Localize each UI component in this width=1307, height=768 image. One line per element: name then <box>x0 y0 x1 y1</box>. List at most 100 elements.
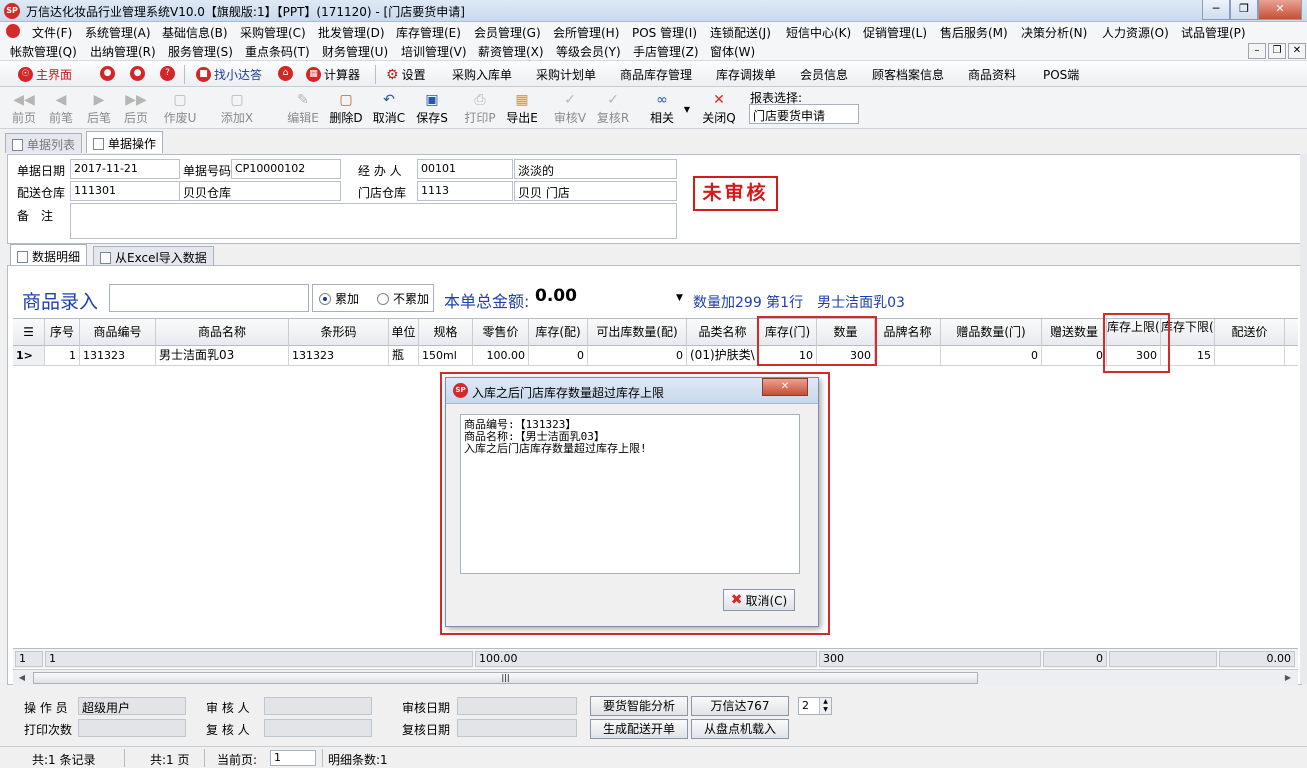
menu-decision[interactable]: 决策分析(N) <box>1021 24 1087 41</box>
menu-file[interactable]: 文件(F) <box>32 24 72 41</box>
col-brand[interactable]: 品牌名称 <box>875 319 941 346</box>
col-category[interactable]: 品类名称 <box>687 319 759 346</box>
cell-available[interactable]: 0 <box>588 346 687 365</box>
cell-gift[interactable]: 0 <box>1042 346 1107 365</box>
last-page-button[interactable]: ▶▶ 后页 <box>117 91 155 126</box>
menu-salary[interactable]: 薪资管理(X) <box>478 43 544 60</box>
menu-system[interactable]: 系统管理(A) <box>85 24 151 41</box>
edit-button[interactable]: ✎ 编辑E <box>284 91 322 126</box>
menu-barcode[interactable]: 重点条码(T) <box>245 43 310 60</box>
quick-link-member[interactable]: 会员信息 <box>800 66 848 83</box>
cell-barcode[interactable]: 131323 <box>289 346 389 365</box>
col-price[interactable]: 零售价 <box>473 319 529 346</box>
menu-finance[interactable]: 财务管理(U) <box>322 43 388 60</box>
report-select-input[interactable]: 门店要货申请 <box>749 104 859 124</box>
quick-main-button[interactable]: ☉ 主界面 <box>18 66 72 83</box>
col-available[interactable]: 可出库数量(配) <box>588 319 687 346</box>
menu-member[interactable]: 会员管理(G) <box>474 24 541 41</box>
quick-find-button[interactable]: ■ 找小达答 <box>196 66 262 83</box>
mdi-restore-button[interactable]: ❐ <box>1268 43 1286 59</box>
cell-code[interactable]: 131323 <box>80 346 156 365</box>
wxd-button[interactable]: 万信达767 <box>691 696 789 716</box>
scroll-left-icon[interactable]: ◀ <box>15 672 29 684</box>
cancel-button[interactable]: ↶ 取消C <box>370 91 408 126</box>
scroll-thumb[interactable]: ||| <box>33 672 978 684</box>
quick-settings-button[interactable]: ⚙ 设置 <box>386 66 426 83</box>
col-gift-qty[interactable]: 赠品数量(门) <box>941 319 1042 346</box>
load-from-scanner-button[interactable]: 从盘点机载入 <box>691 719 789 739</box>
cell-name[interactable]: 男士洁面乳03 <box>156 346 289 365</box>
add-button[interactable]: ▢ 添加X <box>218 91 256 126</box>
menu-purchase[interactable]: 采购管理(C) <box>240 24 306 41</box>
minimize-button[interactable]: ─ <box>1202 0 1230 20</box>
remark-field[interactable] <box>70 203 677 239</box>
print-button[interactable]: ⎙ 打印P <box>461 91 499 126</box>
mdi-minimize-button[interactable]: – <box>1248 43 1266 59</box>
related-button[interactable]: ∞ 相关 <box>643 91 681 126</box>
menu-promotion[interactable]: 促销管理(L) <box>863 24 927 41</box>
tab-document-list[interactable]: 单据列表 <box>5 133 83 153</box>
handler-code-field[interactable]: 00101 <box>417 159 513 179</box>
ship-warehouse-code-field[interactable]: 111301 <box>70 181 180 201</box>
next-record-button[interactable]: ▶ 后笔 <box>80 91 118 126</box>
menu-service[interactable]: 服务管理(S) <box>168 43 233 60</box>
quick-link-stock[interactable]: 商品库存管理 <box>620 66 692 83</box>
delete-button[interactable]: ▢ 删除D <box>327 91 365 126</box>
menu-wholesale[interactable]: 批发管理(D) <box>318 24 385 41</box>
date-field[interactable]: 2017-11-21 <box>70 159 180 179</box>
quick-home-button[interactable]: ⌂ <box>278 66 293 81</box>
quick-link-product[interactable]: 商品资料 <box>968 66 1016 83</box>
tab-data-detail[interactable]: 数据明细 <box>10 244 88 266</box>
scroll-right-icon[interactable]: ▶ <box>1281 672 1295 684</box>
vertical-scrollbar[interactable] <box>1300 154 1307 684</box>
col-seq[interactable]: 序号 <box>45 319 80 346</box>
cell-category[interactable]: (01)护肤类\ <box>687 346 759 365</box>
current-page-input[interactable]: 1 <box>270 750 316 766</box>
cell-spec[interactable]: 150ml <box>419 346 473 365</box>
horizontal-scrollbar[interactable]: ◀ ||| ▶ <box>13 669 1298 685</box>
close-form-button[interactable]: ✕ 关闭Q <box>700 91 738 126</box>
menu-sms[interactable]: 短信中心(K) <box>786 24 851 41</box>
product-entry-input[interactable] <box>109 284 309 312</box>
dialog-cancel-button[interactable]: ✖ 取消(C) <box>723 589 795 611</box>
cell-seq[interactable]: 1 <box>45 346 80 365</box>
col-unit[interactable]: 单位 <box>389 319 419 346</box>
reaudit-button[interactable]: ✓ 复核R <box>594 91 632 126</box>
tab-document-operate[interactable]: 单据操作 <box>86 131 164 153</box>
generate-ship-button[interactable]: 生成配送开单 <box>590 719 688 739</box>
menu-trial[interactable]: 试品管理(P) <box>1181 24 1246 41</box>
void-button[interactable]: ▢ 作废U <box>161 91 199 126</box>
prev-record-button[interactable]: ◀ 前笔 <box>42 91 80 126</box>
dialog-close-button[interactable]: ✕ <box>762 378 808 396</box>
cell-ship-price[interactable] <box>1215 346 1285 365</box>
cell-brand[interactable] <box>875 346 941 365</box>
count-stepper[interactable]: 2 ▲ ▼ <box>798 697 832 715</box>
related-dropdown[interactable]: ▼ <box>680 105 694 114</box>
quick-calc-button[interactable]: ▦ 计算器 <box>306 66 360 83</box>
radio-no-accumulate[interactable]: 不累加 <box>377 290 429 307</box>
col-code[interactable]: 商品编号 <box>80 319 156 346</box>
menu-inventory[interactable]: 库存管理(E) <box>396 24 461 41</box>
doc-no-field[interactable]: CP10000102 <box>231 159 341 179</box>
tab-excel-import[interactable]: 从Excel导入数据 <box>93 246 214 266</box>
cell-gift-qty[interactable]: 0 <box>941 346 1042 365</box>
col-name[interactable]: 商品名称 <box>156 319 289 346</box>
menu-basic-info[interactable]: 基础信息(B) <box>162 24 228 41</box>
mdi-close-button[interactable]: ✕ <box>1288 43 1306 59</box>
audit-button[interactable]: ✓ 审核V <box>551 91 589 126</box>
col-barcode[interactable]: 条形码 <box>289 319 389 346</box>
close-window-button[interactable]: ✕ <box>1258 0 1302 20</box>
col-gift[interactable]: 赠送数量 <box>1042 319 1107 346</box>
quick-link-purchase-plan[interactable]: 采购计划单 <box>536 66 596 83</box>
restore-button[interactable]: ❐ <box>1230 0 1258 20</box>
cell-stock-ship[interactable]: 0 <box>529 346 588 365</box>
cell-unit[interactable]: 瓶 <box>389 346 419 365</box>
menu-cashier[interactable]: 出纳管理(R) <box>90 43 156 60</box>
col-spec[interactable]: 规格 <box>419 319 473 346</box>
menu-chain[interactable]: 连锁配送(J) <box>710 24 771 41</box>
quick-link-customer[interactable]: 顾客档案信息 <box>872 66 944 83</box>
export-button[interactable]: ▦ 导出E <box>503 91 541 126</box>
store-warehouse-code-field[interactable]: 1113 <box>417 181 513 201</box>
save-button[interactable]: ▣ 保存S <box>413 91 451 126</box>
quick-help-button[interactable]: ? <box>160 66 175 81</box>
